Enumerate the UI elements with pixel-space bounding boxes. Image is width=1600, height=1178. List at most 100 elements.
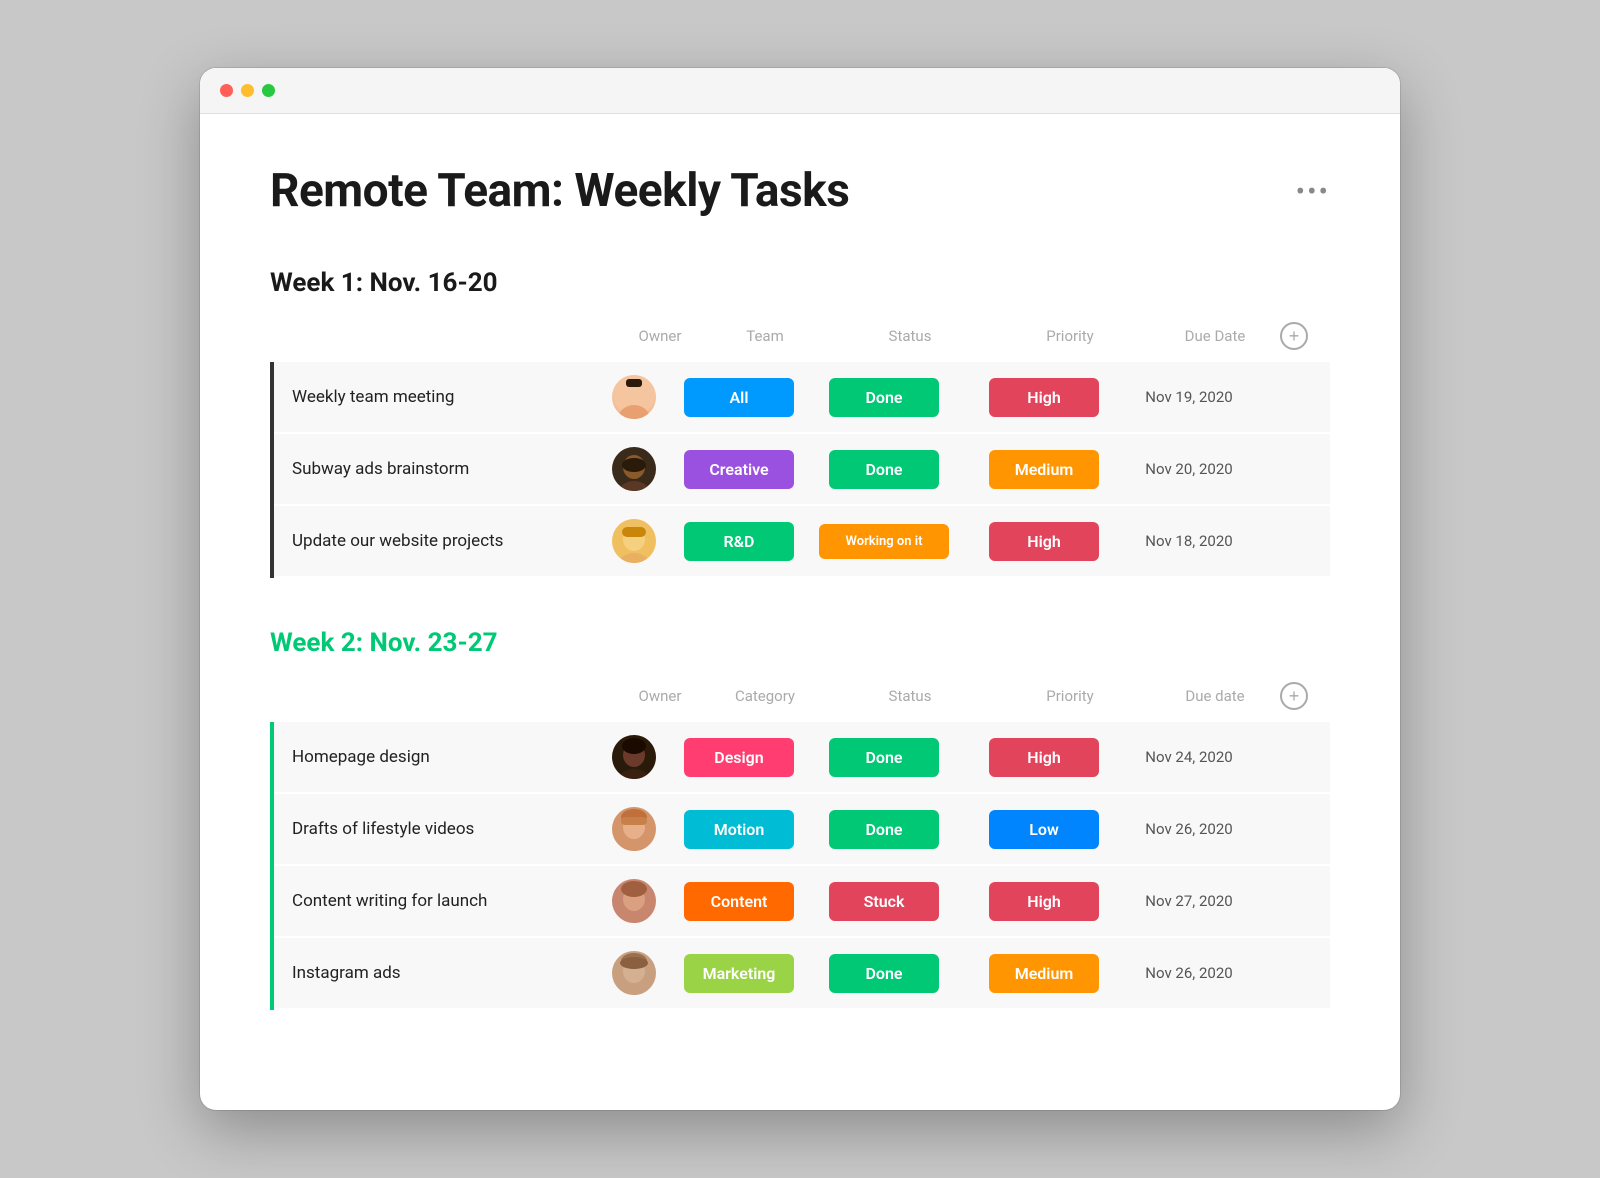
status-badge: Working on it bbox=[819, 524, 949, 559]
team-badge: R&D bbox=[684, 522, 794, 561]
avatar bbox=[612, 951, 656, 995]
task-owner bbox=[594, 735, 674, 779]
task-owner bbox=[594, 807, 674, 851]
task-status: Done bbox=[804, 734, 964, 781]
week1-add-col: + bbox=[1280, 322, 1320, 350]
task-status: Done bbox=[804, 446, 964, 493]
task-team: Marketing bbox=[674, 950, 804, 997]
task-owner bbox=[594, 879, 674, 923]
priority-badge: High bbox=[989, 738, 1099, 777]
week2-add-col: + bbox=[1280, 682, 1320, 710]
app-window: Remote Team: Weekly Tasks ••• Week 1: No… bbox=[200, 68, 1400, 1110]
team-badge: Creative bbox=[684, 450, 794, 489]
task-owner bbox=[594, 375, 674, 419]
week1-add-button[interactable]: + bbox=[1280, 322, 1308, 350]
task-name: Homepage design bbox=[274, 735, 594, 779]
task-due-date: Nov 19, 2020 bbox=[1124, 388, 1254, 406]
task-team: Design bbox=[674, 734, 804, 781]
week2-add-button[interactable]: + bbox=[1280, 682, 1308, 710]
titlebar bbox=[200, 68, 1400, 114]
week2-owner-label: Owner bbox=[620, 687, 700, 705]
avatar bbox=[612, 519, 656, 563]
week1-header: Week 1: Nov. 16-20 bbox=[270, 268, 1330, 298]
task-owner bbox=[594, 519, 674, 563]
priority-badge: High bbox=[989, 882, 1099, 921]
priority-badge: High bbox=[989, 522, 1099, 561]
task-priority: Low bbox=[964, 806, 1124, 853]
priority-badge: Medium bbox=[989, 954, 1099, 993]
team-badge: Content bbox=[684, 882, 794, 921]
status-badge: Done bbox=[829, 810, 939, 849]
page-title: Remote Team: Weekly Tasks bbox=[270, 164, 849, 218]
task-status: Done bbox=[804, 806, 964, 853]
priority-badge: High bbox=[989, 378, 1099, 417]
week2-status-label: Status bbox=[830, 687, 990, 705]
table-row: Content writing for launch Content bbox=[274, 866, 1330, 938]
main-content: Remote Team: Weekly Tasks ••• Week 1: No… bbox=[200, 114, 1400, 1110]
team-badge: Design bbox=[684, 738, 794, 777]
task-due-date: Nov 20, 2020 bbox=[1124, 460, 1254, 478]
week1-due-label: Due Date bbox=[1150, 327, 1280, 345]
week1-section: Week 1: Nov. 16-20 Owner Team Status Pri… bbox=[270, 268, 1330, 578]
week1-team-label: Team bbox=[700, 327, 830, 345]
task-team: R&D bbox=[674, 518, 804, 565]
week2-section: Week 2: Nov. 23-27 Owner Category Status… bbox=[270, 628, 1330, 1010]
task-name: Drafts of lifestyle videos bbox=[274, 807, 594, 851]
task-name: Subway ads brainstorm bbox=[274, 447, 594, 491]
close-button[interactable] bbox=[220, 84, 233, 97]
avatar bbox=[612, 735, 656, 779]
week2-header: Week 2: Nov. 23-27 bbox=[270, 628, 1330, 658]
week1-title: Week 1: Nov. 16-20 bbox=[270, 268, 498, 298]
week2-category-label: Category bbox=[700, 687, 830, 705]
priority-badge: Low bbox=[989, 810, 1099, 849]
team-badge: Motion bbox=[684, 810, 794, 849]
task-status: Done bbox=[804, 950, 964, 997]
week2-priority-label: Priority bbox=[990, 687, 1150, 705]
minimize-button[interactable] bbox=[241, 84, 254, 97]
week1-priority-label: Priority bbox=[990, 327, 1150, 345]
avatar bbox=[612, 879, 656, 923]
task-status: Stuck bbox=[804, 878, 964, 925]
task-name: Update our website projects bbox=[274, 519, 594, 563]
week2-task-table: Homepage design Design bbox=[270, 722, 1330, 1010]
priority-badge: Medium bbox=[989, 450, 1099, 489]
week1-owner-label: Owner bbox=[620, 327, 700, 345]
task-owner bbox=[594, 447, 674, 491]
task-owner bbox=[594, 951, 674, 995]
week1-task-table: Weekly team meeting All bbox=[270, 362, 1330, 578]
table-row: Homepage design Design bbox=[274, 722, 1330, 794]
week2-due-label: Due date bbox=[1150, 687, 1280, 705]
avatar bbox=[612, 447, 656, 491]
task-team: Content bbox=[674, 878, 804, 925]
task-priority: High bbox=[964, 734, 1124, 781]
more-options-button[interactable]: ••• bbox=[1296, 175, 1330, 208]
status-badge: Done bbox=[829, 738, 939, 777]
task-due-date: Nov 24, 2020 bbox=[1124, 748, 1254, 766]
maximize-button[interactable] bbox=[262, 84, 275, 97]
task-due-date: Nov 26, 2020 bbox=[1124, 820, 1254, 838]
status-badge: Done bbox=[829, 954, 939, 993]
task-priority: High bbox=[964, 374, 1124, 421]
task-status: Working on it bbox=[804, 520, 964, 563]
week2-columns: Owner Category Status Priority Due date … bbox=[300, 674, 1330, 718]
task-due-date: Nov 27, 2020 bbox=[1124, 892, 1254, 910]
table-row: Instagram ads Marketing bbox=[274, 938, 1330, 1010]
avatar bbox=[612, 375, 656, 419]
page-header: Remote Team: Weekly Tasks ••• bbox=[270, 164, 1330, 218]
week1-status-label: Status bbox=[830, 327, 990, 345]
status-badge: Stuck bbox=[829, 882, 939, 921]
status-badge: Done bbox=[829, 378, 939, 417]
task-team: Creative bbox=[674, 446, 804, 493]
team-badge: Marketing bbox=[684, 954, 794, 993]
task-name: Instagram ads bbox=[274, 951, 594, 995]
table-row: Weekly team meeting All bbox=[274, 362, 1330, 434]
task-status: Done bbox=[804, 374, 964, 421]
week2-title: Week 2: Nov. 23-27 bbox=[270, 628, 498, 658]
task-priority: Medium bbox=[964, 950, 1124, 997]
task-priority: High bbox=[964, 518, 1124, 565]
table-row: Drafts of lifestyle videos Moti bbox=[274, 794, 1330, 866]
week1-columns: Owner Team Status Priority Due Date + bbox=[300, 314, 1330, 358]
table-row: Update our website projects R&D bbox=[274, 506, 1330, 578]
task-priority: High bbox=[964, 878, 1124, 925]
task-team: Motion bbox=[674, 806, 804, 853]
